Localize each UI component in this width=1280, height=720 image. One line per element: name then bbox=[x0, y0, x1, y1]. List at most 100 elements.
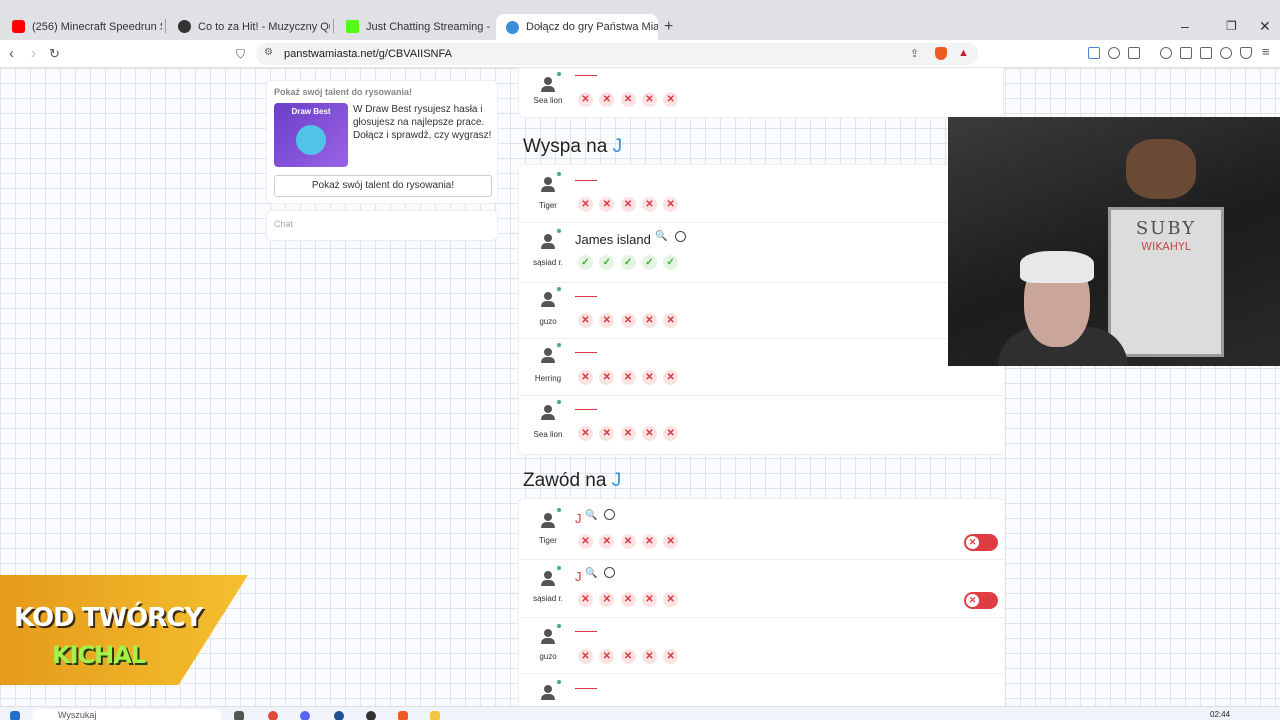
vote-reject-icon[interactable]: ✕ bbox=[578, 197, 593, 212]
vote-reject-icon[interactable]: ✕ bbox=[641, 92, 657, 107]
emoji-icon[interactable] bbox=[604, 567, 615, 578]
vote-reject-icon[interactable]: ✕ bbox=[578, 370, 593, 385]
vote-reject-icon[interactable]: ✕ bbox=[620, 92, 636, 107]
answer-row: sąsiad r. James island 🔍 ✓ ✓ ✓ ✓ ✓ bbox=[520, 223, 1004, 283]
chat-card[interactable]: Chat bbox=[266, 210, 498, 241]
minimize-button[interactable]: – bbox=[1181, 18, 1189, 34]
vote-reject-icon[interactable]: ✕ bbox=[620, 313, 636, 328]
rewards-icon[interactable]: ▲ bbox=[958, 47, 969, 59]
vote-reject-icon[interactable]: ✕ bbox=[620, 370, 636, 385]
emoji-icon[interactable] bbox=[675, 231, 686, 242]
new-tab-button[interactable]: + bbox=[664, 18, 673, 36]
vote-reject-icon[interactable]: ✕ bbox=[578, 92, 593, 107]
vote-accept-icon[interactable]: ✓ bbox=[620, 255, 636, 270]
user-icon bbox=[540, 685, 556, 701]
vote-reject-icon[interactable]: ✕ bbox=[578, 313, 593, 328]
vote-reject-icon[interactable]: ✕ bbox=[663, 649, 679, 664]
address-bar[interactable]: ⚙ panstwamiasta.net/g/CBVAIISNFA ⇪ ▲ bbox=[256, 43, 978, 65]
accept-toggle[interactable]: ✕ bbox=[964, 592, 998, 609]
url-text[interactable]: panstwamiasta.net/g/CBVAIISNFA bbox=[284, 48, 452, 60]
brave-shield-icon[interactable] bbox=[935, 47, 947, 60]
leo-icon[interactable] bbox=[1220, 47, 1232, 59]
clock[interactable]: 02:44 bbox=[1210, 710, 1230, 719]
windows-start-icon[interactable] bbox=[10, 711, 20, 720]
vote-accept-icon[interactable]: ✓ bbox=[641, 255, 657, 270]
vote-reject-icon[interactable]: ✕ bbox=[641, 370, 657, 385]
vote-accept-icon[interactable]: ✓ bbox=[599, 255, 615, 270]
folder-icon[interactable] bbox=[430, 711, 440, 720]
vote-reject-icon[interactable]: ✕ bbox=[599, 592, 615, 607]
draw-best-image[interactable]: Draw Best bbox=[274, 103, 348, 167]
back-icon[interactable]: ‹ bbox=[9, 45, 14, 62]
vote-reject-icon[interactable]: ✕ bbox=[663, 197, 679, 212]
brave-icon[interactable] bbox=[398, 711, 408, 720]
vote-reject-icon[interactable]: ✕ bbox=[620, 649, 636, 664]
close-window-button[interactable]: ✕ bbox=[1259, 18, 1271, 35]
search-icon[interactable]: 🔍 bbox=[585, 510, 597, 521]
tab-minecraft[interactable]: (256) Minecraft Speedrun Setup Guid bbox=[2, 13, 162, 40]
vote-accept-icon[interactable]: ✓ bbox=[578, 255, 593, 270]
media-icon[interactable] bbox=[1160, 47, 1172, 59]
vote-reject-icon[interactable]: ✕ bbox=[599, 534, 615, 549]
vote-reject-icon[interactable]: ✕ bbox=[599, 426, 615, 441]
vote-reject-icon[interactable]: ✕ bbox=[641, 592, 657, 607]
vote-reject-icon[interactable]: ✕ bbox=[663, 92, 679, 107]
vote-reject-icon[interactable]: ✕ bbox=[620, 197, 636, 212]
task-view-icon[interactable] bbox=[234, 711, 244, 720]
streamer-webcam: SUBY WIKAHYL bbox=[948, 117, 1280, 366]
vote-reject-icon[interactable]: ✕ bbox=[599, 197, 615, 212]
vote-reject-icon[interactable]: ✕ bbox=[578, 426, 593, 441]
vote-reject-icon[interactable]: ✕ bbox=[578, 592, 593, 607]
reload-icon[interactable]: ↻ bbox=[49, 46, 60, 62]
vote-reject-icon[interactable]: ✕ bbox=[620, 426, 636, 441]
vote-reject-icon[interactable]: ✕ bbox=[663, 370, 679, 385]
vote-reject-icon[interactable]: ✕ bbox=[578, 649, 593, 664]
empty-answer bbox=[575, 180, 597, 181]
tab-panstwa-miasta[interactable]: Dołącz do gry Państwa Miasta ✕ bbox=[496, 14, 658, 40]
vote-reject-icon[interactable]: ✕ bbox=[641, 426, 657, 441]
banner-line-1: KOD TWÓRCY bbox=[14, 603, 203, 633]
vote-reject-icon[interactable]: ✕ bbox=[599, 313, 615, 328]
wallet-icon[interactable] bbox=[1200, 47, 1212, 59]
extensions-icon[interactable] bbox=[1108, 47, 1120, 59]
vote-reject-icon[interactable]: ✕ bbox=[578, 534, 593, 549]
vote-reject-icon[interactable]: ✕ bbox=[663, 592, 679, 607]
vote-reject-icon[interactable]: ✕ bbox=[663, 313, 679, 328]
vote-reject-icon[interactable]: ✕ bbox=[663, 534, 679, 549]
vote-accept-icon[interactable]: ✓ bbox=[663, 255, 679, 270]
screenshot-icon[interactable] bbox=[1128, 47, 1140, 59]
sidebar-icon[interactable] bbox=[1180, 47, 1192, 59]
chrome-icon[interactable] bbox=[268, 711, 278, 720]
share-icon[interactable]: ⇪ bbox=[910, 47, 919, 60]
translate-icon[interactable] bbox=[1088, 47, 1100, 59]
vote-reject-icon[interactable]: ✕ bbox=[620, 534, 636, 549]
vote-reject-icon[interactable]: ✕ bbox=[641, 649, 657, 664]
vote-reject-icon[interactable]: ✕ bbox=[663, 426, 679, 441]
vote-reject-icon[interactable]: ✕ bbox=[641, 313, 657, 328]
taskbar-search[interactable]: Wyszukaj bbox=[32, 709, 222, 720]
maximize-button[interactable]: ❐ bbox=[1226, 19, 1237, 33]
vote-reject-icon[interactable]: ✕ bbox=[641, 197, 657, 212]
obs-icon[interactable] bbox=[366, 711, 376, 720]
tab-quiz[interactable]: Co to za Hit! - Muzyczny Quiz Hip-H bbox=[168, 13, 330, 40]
online-indicator bbox=[557, 508, 561, 512]
vote-reject-icon[interactable]: ✕ bbox=[641, 534, 657, 549]
menu-icon[interactable]: ≡ bbox=[1262, 44, 1270, 59]
vote-reject-icon[interactable]: ✕ bbox=[620, 592, 636, 607]
discord-icon[interactable] bbox=[300, 711, 310, 720]
accept-toggle[interactable]: ✕ bbox=[964, 534, 998, 551]
search-icon[interactable]: 🔍 bbox=[655, 231, 667, 242]
vote-reject-icon[interactable]: ✕ bbox=[599, 370, 615, 385]
tab-kick[interactable]: Just Chatting Streaming - Live Stream bbox=[336, 13, 494, 40]
site-info-icon[interactable]: ⚙ bbox=[264, 47, 273, 58]
forward-icon[interactable]: › bbox=[31, 45, 36, 62]
steam-icon[interactable] bbox=[334, 711, 344, 720]
tab-title: (256) Minecraft Speedrun Setup Guid bbox=[32, 20, 162, 33]
search-icon[interactable]: 🔍 bbox=[585, 568, 597, 579]
promo-button[interactable]: Pokaż swój talent do rysowania! bbox=[274, 175, 492, 197]
vpn-icon[interactable] bbox=[1240, 47, 1252, 59]
vote-reject-icon[interactable]: ✕ bbox=[599, 92, 615, 107]
vote-reject-icon[interactable]: ✕ bbox=[599, 649, 615, 664]
emoji-icon[interactable] bbox=[604, 509, 615, 520]
bookmark-icon[interactable]: ⛉ bbox=[236, 47, 245, 62]
